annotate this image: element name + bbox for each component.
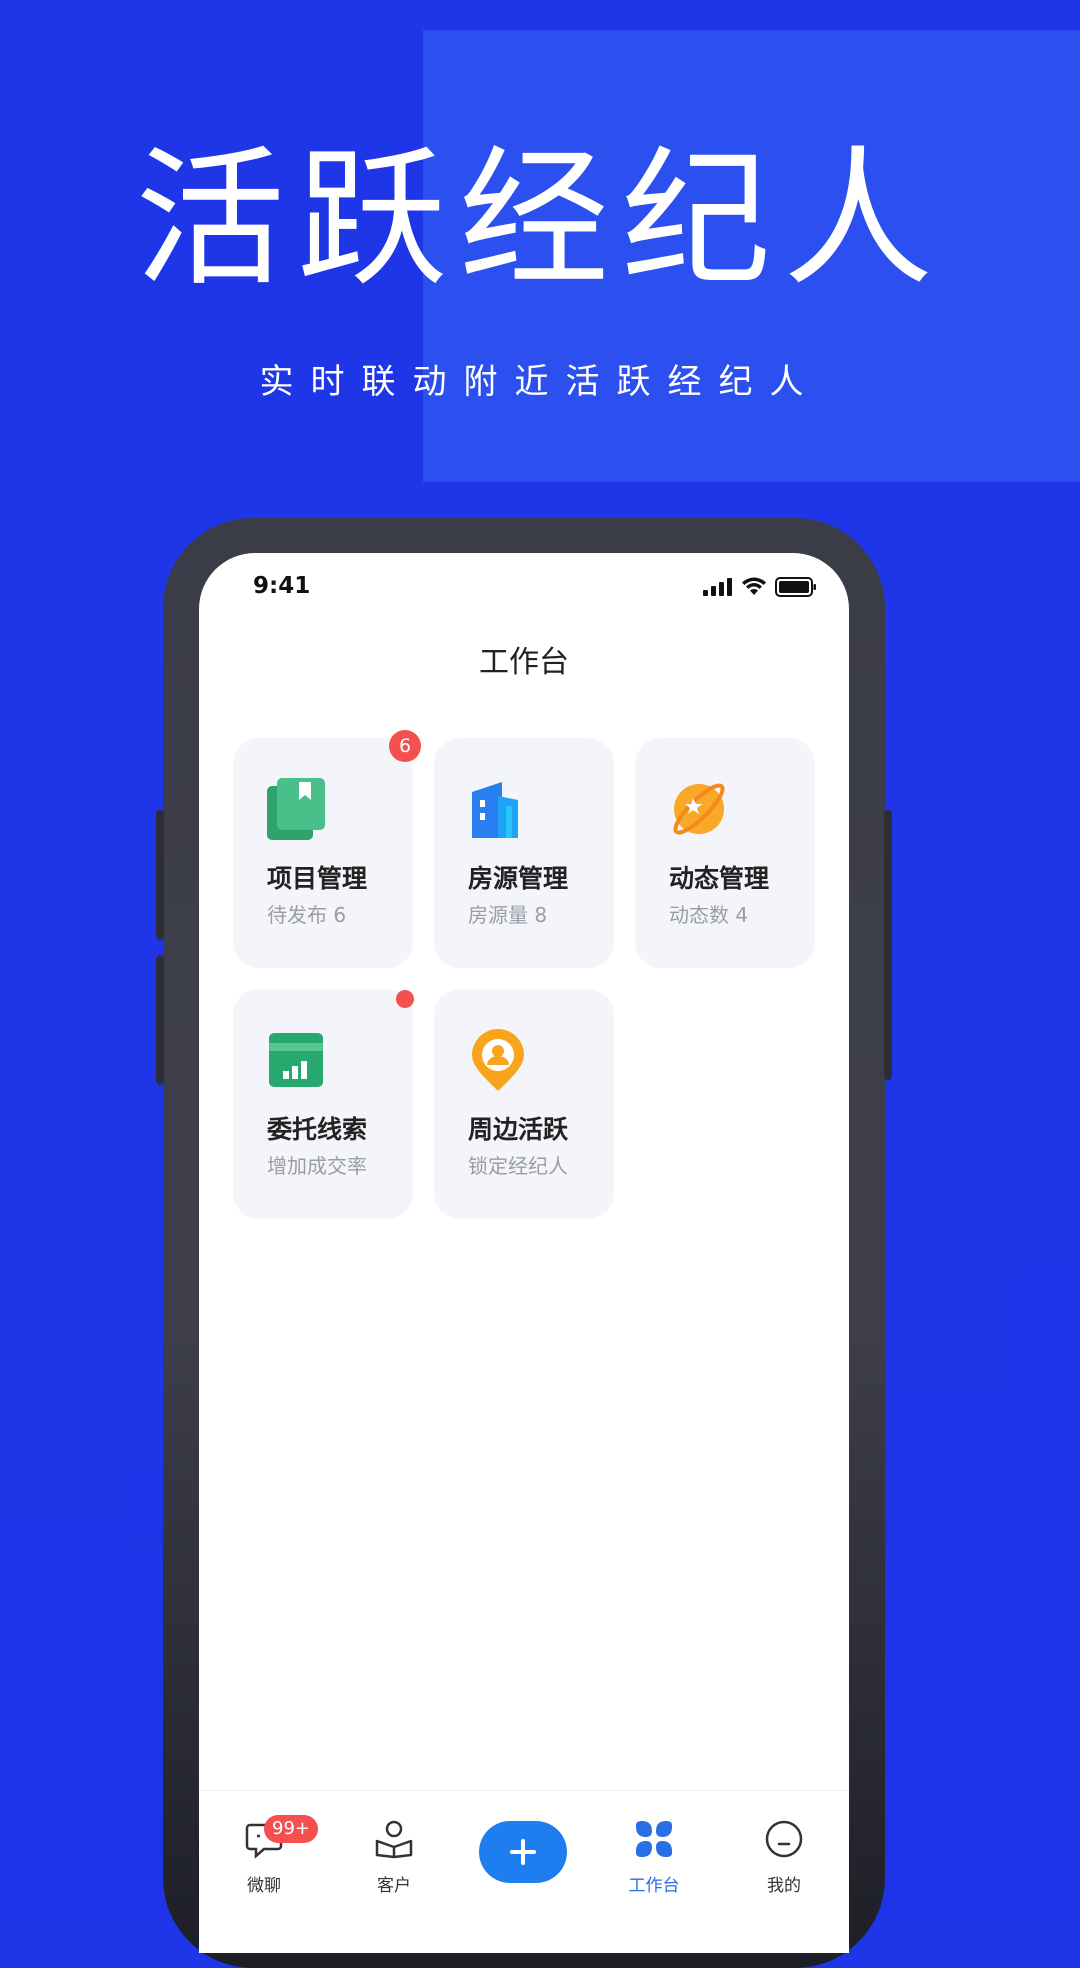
notification-badge: 6 — [389, 730, 421, 762]
promo-subline: 实时联动附近活跃经纪人 — [259, 362, 821, 402]
phone-screen: 9:41 工作台 项目管理 待发布 6 6 房源管理 房源量 8 动态管理 动态… — [199, 553, 849, 1953]
plus-icon — [510, 1839, 536, 1865]
page-title: 工作台 — [479, 645, 569, 680]
card-subtitle: 待发布 6 — [267, 903, 347, 927]
card-subtitle: 锁定经纪人 — [468, 1154, 568, 1178]
status-bar: 9:41 — [199, 553, 849, 623]
phone-side-button — [156, 810, 164, 940]
book-icon — [267, 778, 325, 840]
tab-customer[interactable]: 客户 — [329, 1791, 459, 1921]
planet-icon — [673, 783, 725, 835]
card-title: 委托线索 — [267, 1115, 368, 1144]
workbench-icon — [636, 1821, 672, 1857]
tab-label: 工作台 — [628, 1876, 680, 1896]
wifi-icon — [742, 577, 766, 595]
card-title: 房源管理 — [468, 864, 569, 893]
tab-label: 微聊 — [247, 1876, 281, 1896]
tab-label: 客户 — [377, 1876, 411, 1896]
battery-icon — [775, 577, 816, 597]
status-time: 9:41 — [253, 573, 311, 599]
unread-badge: 99+ — [264, 1815, 318, 1843]
card-nearby-active[interactable]: 周边活跃 锁定经纪人 — [434, 989, 614, 1219]
signal-icon — [703, 578, 732, 596]
notification-dot — [396, 990, 414, 1008]
phone-power-button — [884, 810, 892, 1080]
card-subtitle: 房源量 8 — [468, 903, 548, 927]
phone-side-button — [156, 955, 164, 1085]
customer-icon — [375, 1820, 413, 1859]
card-entrusted-leads[interactable]: 委托线索 增加成交率 — [233, 989, 414, 1219]
card-title: 周边活跃 — [468, 1115, 569, 1144]
tab-label: 我的 — [767, 1876, 801, 1896]
bottom-tab-bar: 99+ 微聊 客户 工作台 我的 — [199, 1790, 849, 1921]
status-icons — [703, 577, 817, 597]
tab-profile[interactable]: 我的 — [719, 1791, 849, 1921]
tab-workbench[interactable]: 工作台 — [589, 1791, 719, 1921]
card-listing-management[interactable]: 房源管理 房源量 8 — [434, 738, 614, 968]
chart-card-icon — [269, 1033, 323, 1087]
profile-icon — [765, 1820, 803, 1858]
promo-headline: 活跃经纪人 — [134, 133, 945, 307]
card-subtitle: 增加成交率 — [267, 1154, 367, 1178]
add-button[interactable] — [479, 1821, 567, 1883]
card-title: 项目管理 — [267, 864, 368, 893]
card-project-management[interactable]: 项目管理 待发布 6 6 — [233, 730, 421, 968]
building-icon — [472, 782, 518, 838]
card-title: 动态管理 — [669, 864, 770, 893]
card-subtitle: 动态数 4 — [669, 903, 749, 927]
tab-chat[interactable]: 99+ 微聊 — [199, 1791, 329, 1921]
card-dynamic-management[interactable]: 动态管理 动态数 4 — [635, 738, 815, 968]
location-person-icon — [472, 1029, 524, 1091]
